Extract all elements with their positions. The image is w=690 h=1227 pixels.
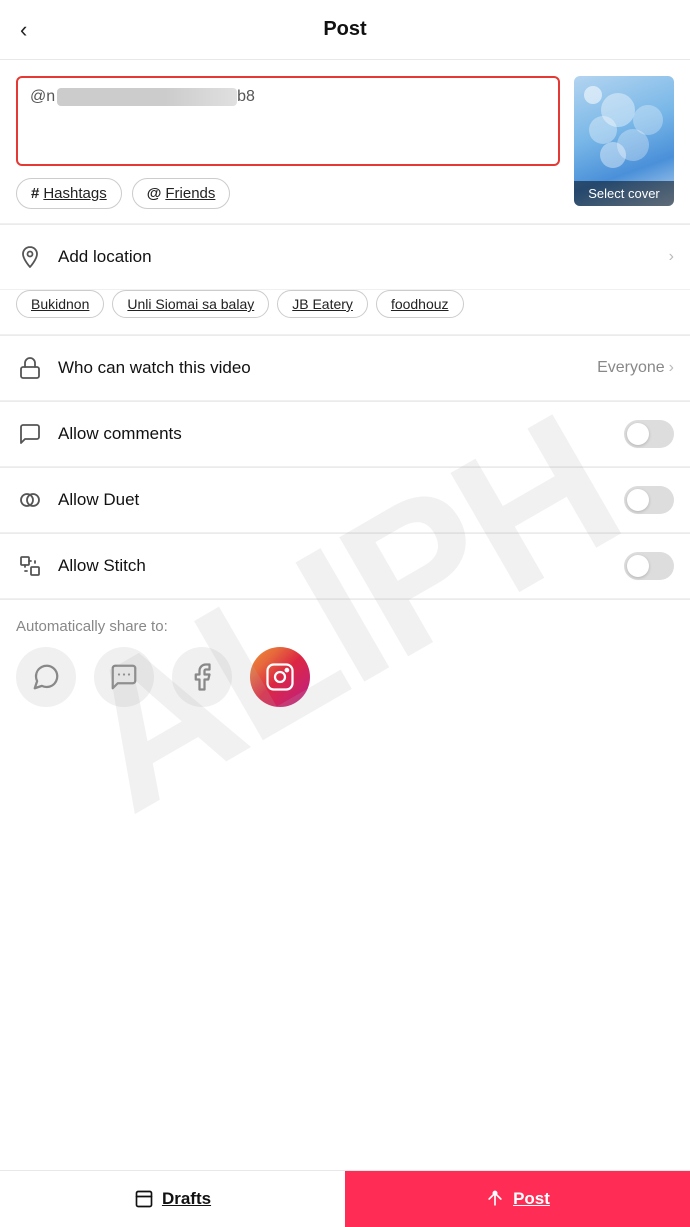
stitch-toggle[interactable] [624,552,674,580]
hashtags-label: Hashtags [43,185,106,202]
location-tag-unlisiomai[interactable]: Unli Siomai sa balay [112,290,269,318]
location-tag-bukidnon[interactable]: Bukidnon [16,290,104,318]
duet-row[interactable]: Allow Duet [0,468,690,533]
location-tag-foodhouz[interactable]: foodhouz [376,290,464,318]
location-tags: Bukidnon Unli Siomai sa balay JB Eatery … [0,290,690,335]
privacy-chevron: › [669,359,674,377]
duet-icon [16,486,44,514]
privacy-icon [16,354,44,382]
select-cover-label: Select cover [574,181,674,206]
share-icons [0,647,690,727]
post-button[interactable]: Post [345,1171,690,1227]
comments-row[interactable]: Allow comments [0,402,690,467]
caption-input[interactable]: @n b8 [16,76,560,166]
drafts-label: Drafts [162,1189,211,1209]
instagram-button[interactable] [250,647,310,707]
location-icon [16,243,44,271]
messenger-button[interactable] [94,647,154,707]
privacy-value: Everyone › [597,359,674,377]
caption-area: @n b8 # Hashtags @ Friends Select cover [0,60,690,224]
whatsapp-button[interactable] [16,647,76,707]
at-icon: @ [147,185,162,202]
stitch-row[interactable]: Allow Stitch [0,534,690,599]
hashtag-icon: # [31,185,39,202]
stitch-label: Allow Stitch [58,556,610,576]
comments-icon [16,420,44,448]
friends-label: Friends [165,185,215,202]
privacy-label: Who can watch this video [58,358,583,378]
location-chevron: › [669,248,674,266]
add-location-row[interactable]: Add location › [0,225,690,290]
duet-label: Allow Duet [58,490,610,510]
header: ‹ Post [0,0,690,60]
tag-buttons: # Hashtags @ Friends [16,178,560,209]
page-title: Post [323,18,366,41]
caption-suffix: b8 [237,88,255,105]
caption-redacted [57,88,237,106]
location-tag-jbeatery[interactable]: JB Eatery [277,290,368,318]
hashtags-button[interactable]: # Hashtags [16,178,122,209]
drafts-icon [134,1189,154,1209]
stitch-icon [16,552,44,580]
privacy-row[interactable]: Who can watch this video Everyone › [0,336,690,401]
back-button[interactable]: ‹ [20,19,27,41]
post-label: Post [513,1189,550,1209]
share-label: Automatically share to: [0,600,690,647]
duet-toggle[interactable] [624,486,674,514]
add-location-label: Add location [58,247,655,267]
facebook-button[interactable] [172,647,232,707]
comments-toggle[interactable] [624,420,674,448]
friends-button[interactable]: @ Friends [132,178,231,209]
bottom-bar: Drafts Post [0,1170,690,1227]
drafts-button[interactable]: Drafts [0,1171,345,1227]
cover-thumbnail[interactable]: Select cover [574,76,674,206]
comments-label: Allow comments [58,424,610,444]
caption-prefix: @n [30,88,55,105]
